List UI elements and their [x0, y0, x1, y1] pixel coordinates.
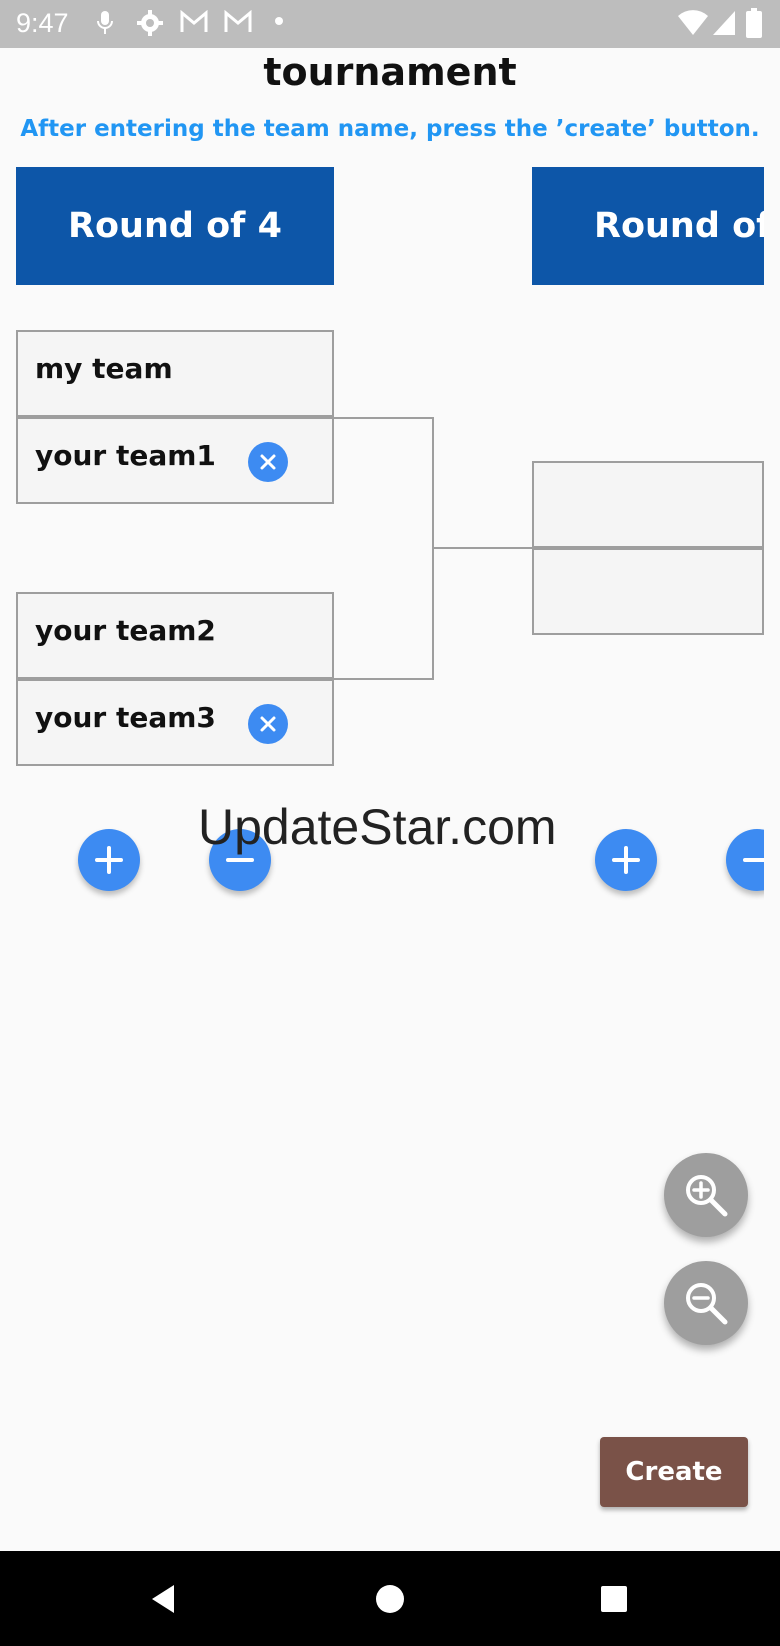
gmail-icon — [224, 10, 252, 32]
bracket-connector — [334, 417, 434, 419]
plus-icon — [95, 846, 123, 874]
wifi-icon — [678, 10, 708, 35]
round-header-label: Round of 4 — [68, 206, 282, 246]
signal-icon — [713, 11, 735, 35]
back-icon[interactable] — [148, 1583, 178, 1615]
remove-team-button[interactable] — [248, 442, 288, 482]
page-title: tournament — [263, 50, 517, 94]
zoom-out-icon — [686, 1283, 728, 1325]
zoom-out-button[interactable] — [664, 1261, 748, 1345]
round-header-label: Round of 2 — [594, 206, 764, 246]
team-slot-3[interactable]: your team2 — [16, 592, 334, 679]
dot-icon — [275, 17, 283, 25]
round2-slot-2[interactable] — [532, 548, 764, 635]
create-button[interactable]: Create — [600, 1437, 748, 1507]
recents-icon[interactable] — [600, 1585, 628, 1613]
status-bar: 9:47 — [0, 0, 780, 48]
watermark: UpdateStar.com — [198, 799, 557, 855]
create-button-label: Create — [625, 1457, 723, 1487]
mic-icon — [97, 11, 113, 34]
settings-icon — [137, 10, 163, 36]
close-icon — [260, 716, 276, 732]
team-slot-2[interactable]: your team1 — [16, 417, 334, 504]
bracket-connector — [334, 678, 434, 680]
add-team-button-round2[interactable] — [595, 829, 657, 891]
minus-icon — [743, 858, 764, 862]
status-time: 9:47 — [16, 8, 69, 38]
gmail-icon — [180, 10, 208, 32]
zoom-in-button[interactable] — [664, 1153, 748, 1237]
navigation-bar — [0, 1551, 780, 1646]
battery-icon — [746, 8, 762, 38]
remove-round-button-round2[interactable] — [726, 829, 764, 891]
round-header-1: Round of 4 — [16, 167, 334, 285]
round-header-2: Round of 2 — [532, 167, 764, 285]
clip-region — [700, 820, 764, 900]
team-name: your team3 — [35, 701, 216, 734]
remove-team-button[interactable] — [248, 704, 288, 744]
zoom-in-icon — [686, 1175, 728, 1217]
plus-icon — [612, 846, 640, 874]
close-icon — [260, 454, 276, 470]
add-team-button[interactable] — [78, 829, 140, 891]
bracket-connector — [434, 547, 532, 549]
team-name: your team2 — [35, 614, 216, 647]
team-name: my team — [35, 352, 173, 385]
team-slot-1[interactable]: my team — [16, 330, 334, 417]
team-name: your team1 — [35, 439, 216, 472]
round2-slot-1[interactable] — [532, 461, 764, 548]
home-icon[interactable] — [375, 1584, 405, 1614]
team-slot-4[interactable]: your team3 — [16, 679, 334, 766]
instruction-text: After entering the team name, press the … — [20, 116, 760, 142]
